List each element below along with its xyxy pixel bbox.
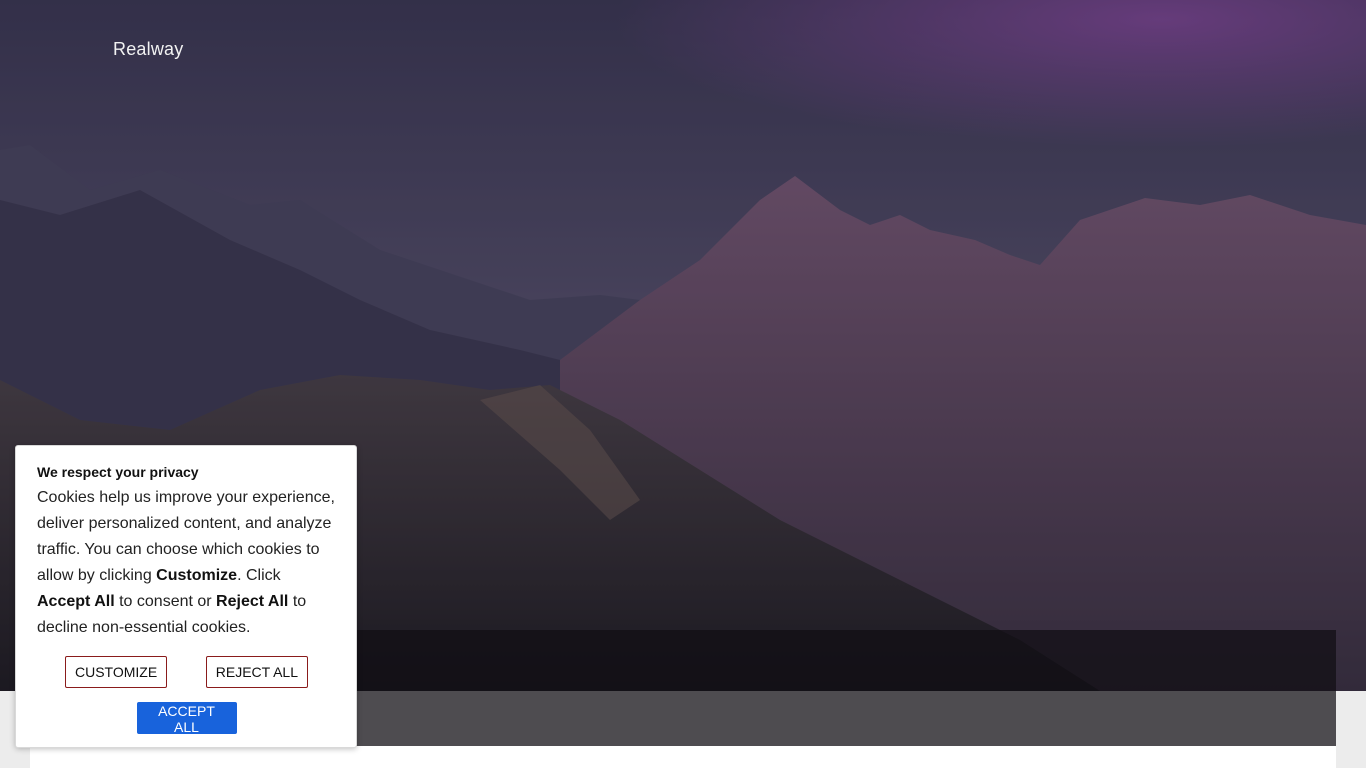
- brand-logo-text[interactable]: Realway: [113, 39, 183, 60]
- accept-all-button[interactable]: ACCEPT ALL: [136, 702, 237, 735]
- cookie-consent-banner: We respect your privacy Cookies help us …: [15, 445, 357, 748]
- reject-all-button[interactable]: REJECT ALL: [205, 656, 308, 688]
- cookie-banner-description: Cookies help us improve your experience,…: [37, 489, 335, 636]
- content-card: [30, 746, 1336, 768]
- cookie-banner-title: We respect your privacy: [37, 464, 199, 480]
- cookie-button-row: CUSTOMIZE REJECT ALL: [65, 656, 308, 688]
- customize-button[interactable]: CUSTOMIZE: [65, 656, 168, 688]
